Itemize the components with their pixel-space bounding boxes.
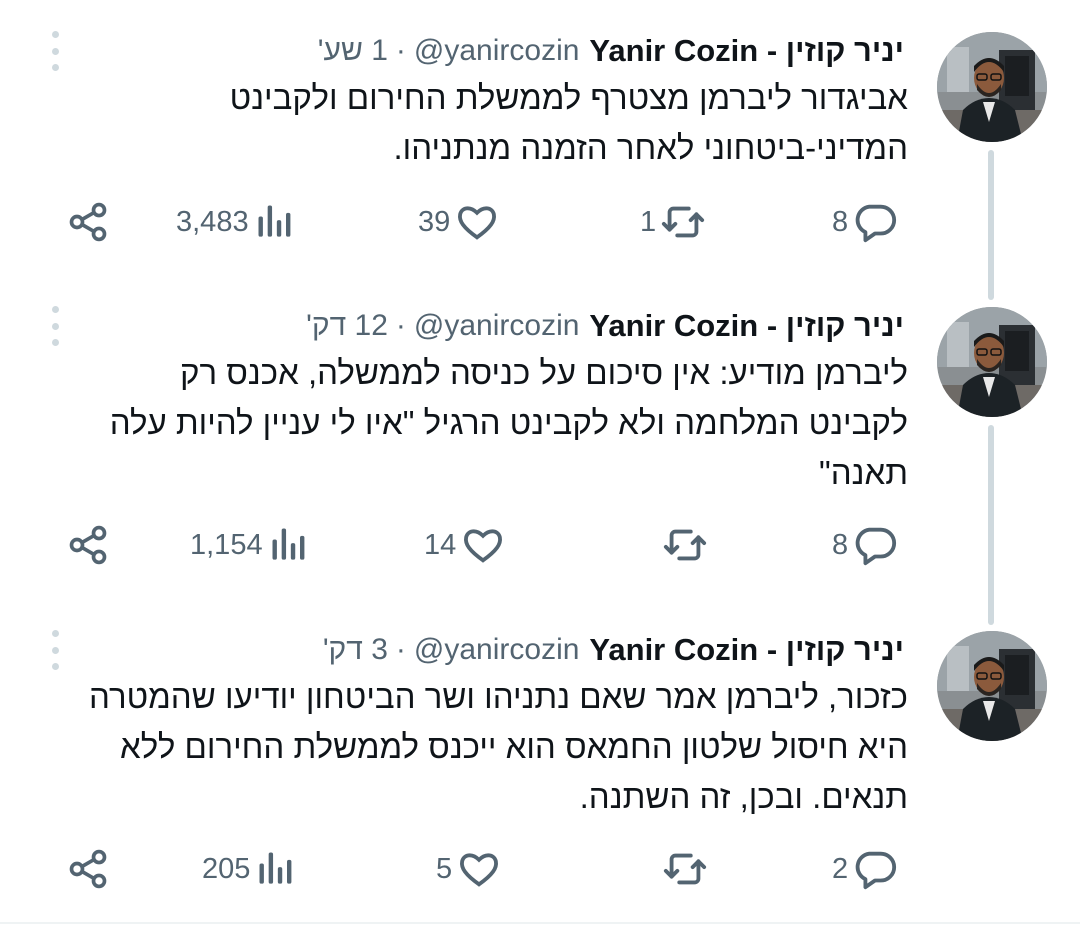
meta-separator: · — [395, 34, 406, 67]
views-button[interactable]: 205 — [202, 844, 298, 894]
tweet[interactable]: 1 שע' · @yanircozin יניר קוזין - Yanir C… — [0, 27, 1080, 267]
tweet-text-line: המדיני-ביטחוני לאחר הזמנה מנתניהו. — [393, 129, 908, 166]
retweet-button[interactable]: 1 — [640, 197, 706, 247]
user-avatar-photo — [937, 307, 1047, 417]
tweet-meta: 1 שע' · @yanircozin — [318, 34, 580, 68]
like-count: 5 — [436, 852, 453, 885]
tweet-text: אביגדור ליברמן מצטרף לממשלת החירום ולקבי… — [48, 73, 908, 173]
like-button[interactable]: 5 — [436, 844, 502, 894]
views-count: 205 — [202, 852, 251, 885]
user-handle[interactable]: @yanircozin — [414, 309, 580, 343]
views-icon — [272, 528, 304, 560]
avatar[interactable] — [937, 32, 1047, 142]
avatar[interactable] — [937, 631, 1047, 741]
retweet-count: 1 — [640, 205, 657, 238]
like-button[interactable]: 14 — [424, 520, 506, 570]
retweet-icon — [663, 853, 707, 885]
tweet-header: 1 שע' · @yanircozin יניר קוזין - Yanir C… — [318, 29, 904, 73]
reply-icon — [855, 527, 897, 566]
reply-button[interactable]: 8 — [832, 197, 898, 247]
share-icon — [69, 525, 107, 565]
more-options-icon[interactable] — [45, 630, 65, 670]
reply-icon — [855, 851, 897, 890]
tweet[interactable]: 12 דק' · @yanircozin יניר קוזין - Yanir … — [0, 302, 1080, 602]
share-button[interactable] — [66, 520, 110, 570]
views-count: 3,483 — [176, 205, 249, 238]
tweet-divider — [0, 922, 1080, 924]
heart-icon — [460, 853, 499, 887]
meta-separator: · — [395, 309, 406, 342]
tweet-meta: 3 דק' · @yanircozin — [323, 633, 580, 667]
tweet-text-line: לקבינט המלחמה ולא לקבינט הרגיל "איו לי ע… — [109, 404, 908, 441]
tweet-header: 3 דק' · @yanircozin יניר קוזין - Yanir C… — [323, 628, 904, 672]
heart-icon — [458, 206, 497, 240]
reply-count: 8 — [832, 528, 849, 561]
retweet-icon — [662, 206, 705, 238]
tweet-actions: 1,154 14 8 — [0, 520, 1080, 570]
reply-button[interactable]: 8 — [832, 520, 898, 570]
user-display-name[interactable]: יניר קוזין - Yanir Cozin — [589, 33, 904, 69]
tweet-text-line: כזכור, ליברמן אמר שאם נתניהו ושר הביטחון… — [89, 678, 908, 715]
reply-icon — [855, 204, 897, 243]
tweet-text-line: ליברמן מודיע: אין סיכום על כניסה לממשלה,… — [180, 354, 908, 391]
more-options-icon[interactable] — [45, 31, 65, 71]
tweet-text-line: תנאים. ובכן, זה השתנה. — [579, 778, 908, 815]
tweet-text: ליברמן מודיע: אין סיכום על כניסה לממשלה,… — [48, 348, 908, 498]
user-avatar-photo — [937, 32, 1047, 142]
like-button[interactable]: 39 — [418, 197, 500, 247]
retweet-button[interactable] — [658, 844, 708, 894]
tweet-time[interactable]: 1 שע' — [318, 34, 388, 68]
share-button[interactable] — [66, 197, 110, 247]
tweet-text-line: אביגדור ליברמן מצטרף לממשלת החירום ולקבי… — [229, 79, 908, 116]
tweet-actions: 3,483 39 1 8 — [0, 197, 1080, 247]
like-count: 14 — [424, 528, 457, 561]
meta-separator: · — [395, 633, 406, 666]
tweet-meta: 12 דק' · @yanircozin — [306, 309, 579, 343]
retweet-icon — [663, 529, 707, 561]
views-button[interactable]: 1,154 — [190, 520, 311, 570]
user-handle[interactable]: @yanircozin — [414, 633, 580, 667]
share-icon — [69, 202, 107, 242]
views-icon — [259, 852, 292, 884]
user-handle[interactable]: @yanircozin — [414, 34, 580, 68]
reply-button[interactable]: 2 — [832, 844, 898, 894]
reply-count: 8 — [832, 205, 849, 238]
views-icon — [258, 205, 290, 237]
user-avatar-photo — [937, 631, 1047, 741]
share-icon — [69, 849, 107, 889]
more-options-icon[interactable] — [45, 306, 65, 346]
like-count: 39 — [418, 205, 451, 238]
user-display-name[interactable]: יניר קוזין - Yanir Cozin — [589, 308, 904, 344]
tweet-actions: 205 5 2 — [0, 844, 1080, 894]
tweet-header: 12 דק' · @yanircozin יניר קוזין - Yanir … — [306, 304, 904, 348]
tweet-time[interactable]: 3 דק' — [323, 633, 388, 667]
reply-count: 2 — [832, 852, 849, 885]
views-button[interactable]: 3,483 — [176, 197, 297, 247]
heart-icon — [464, 529, 503, 563]
avatar[interactable] — [937, 307, 1047, 417]
retweet-button[interactable] — [658, 520, 708, 570]
tweet-text: כזכור, ליברמן אמר שאם נתניהו ושר הביטחון… — [48, 672, 908, 822]
views-count: 1,154 — [190, 528, 263, 561]
tweet-text-line: היא חיסול שלטון החמאס הוא ייכנס לממשלת ה… — [119, 728, 908, 765]
user-display-name[interactable]: יניר קוזין - Yanir Cozin — [589, 632, 904, 668]
tweet-text-line: תאנה" — [819, 454, 908, 491]
tweet-time[interactable]: 12 דק' — [306, 309, 388, 343]
share-button[interactable] — [66, 844, 110, 894]
tweet[interactable]: 3 דק' · @yanircozin יניר קוזין - Yanir C… — [0, 626, 1080, 916]
